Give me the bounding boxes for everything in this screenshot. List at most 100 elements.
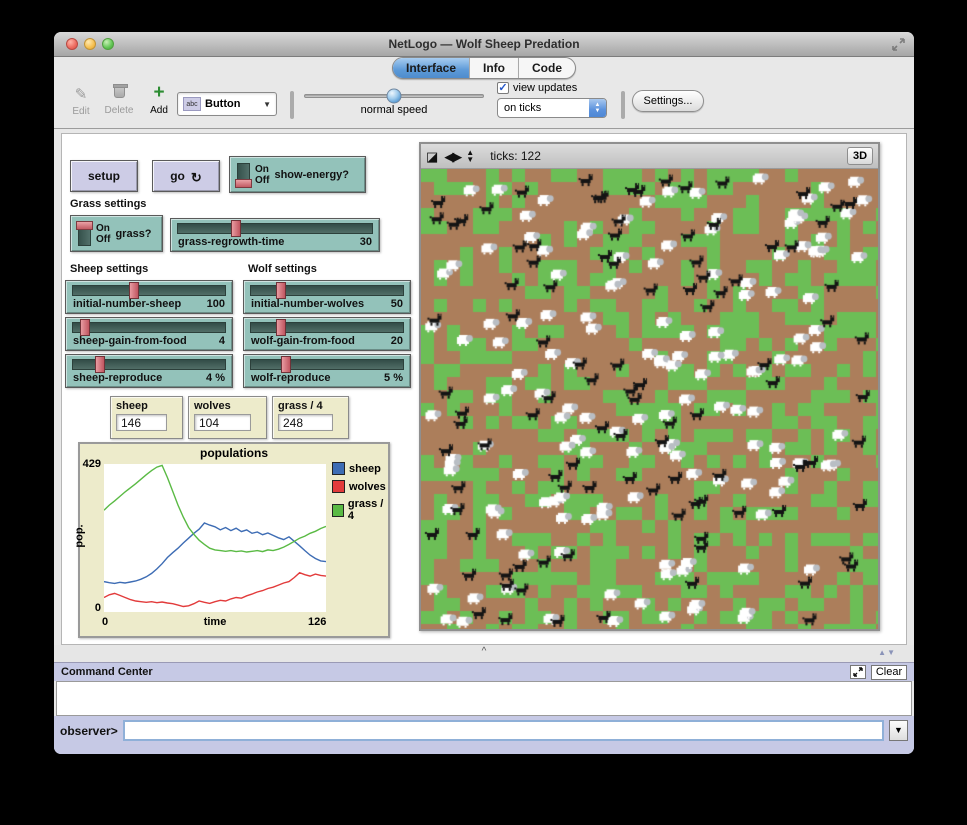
command-input[interactable] bbox=[123, 720, 884, 741]
stepper-arrows-icon: ▲▼ bbox=[589, 99, 606, 117]
toolbar: ✎ Edit Delete + Add abc Button ▼ normal … bbox=[54, 80, 914, 129]
show-energy-label: show-energy? bbox=[274, 169, 349, 181]
slider-track[interactable] bbox=[72, 322, 226, 333]
slider-track[interactable] bbox=[250, 359, 404, 370]
splitter-handle-icon[interactable]: ^ bbox=[482, 646, 487, 657]
slider-thumb[interactable] bbox=[80, 319, 90, 336]
delete-button[interactable]: Delete bbox=[100, 85, 138, 116]
plot-area bbox=[104, 464, 326, 612]
settings-button[interactable]: Settings... bbox=[632, 90, 704, 112]
legend-label: wolves bbox=[349, 481, 386, 493]
view-origin-icon[interactable]: ◪ bbox=[426, 150, 438, 163]
switch-handle[interactable] bbox=[235, 179, 252, 188]
plot-legend: sheep wolves grass / 4 bbox=[332, 462, 388, 527]
slider-thumb[interactable] bbox=[95, 356, 105, 373]
slider-thumb[interactable] bbox=[276, 282, 286, 299]
legend-label: grass / 4 bbox=[348, 498, 388, 522]
wolf-gain-from-food-slider[interactable]: wolf-gain-from-food 20 bbox=[243, 317, 411, 351]
slider-track[interactable] bbox=[177, 223, 373, 234]
add-widget-button[interactable]: + Add bbox=[144, 85, 174, 116]
view-updates-checkbox[interactable]: ✓ bbox=[497, 82, 509, 94]
legend-item-sheep: sheep bbox=[332, 462, 388, 475]
title-bar[interactable]: NetLogo — Wolf Sheep Predation bbox=[54, 32, 914, 57]
slider-track[interactable] bbox=[250, 322, 404, 333]
toolbar-separator-2 bbox=[621, 91, 625, 119]
sheep-settings-heading: Sheep settings bbox=[70, 263, 148, 275]
observer-prompt: observer> bbox=[60, 724, 118, 738]
view-3d-button[interactable]: 3D bbox=[847, 147, 873, 165]
wolf-reproduce-slider[interactable]: wolf-reproduce 5 % bbox=[243, 354, 411, 388]
toolbar-separator bbox=[290, 91, 294, 119]
switch-onoff-text: OnOff bbox=[255, 164, 269, 186]
monitor-label: wolves bbox=[194, 400, 261, 412]
slider-track[interactable] bbox=[72, 285, 226, 296]
netlogo-window: NetLogo — Wolf Sheep Predation Interface… bbox=[54, 32, 914, 754]
edit-label: Edit bbox=[66, 106, 96, 117]
detach-command-center-button[interactable] bbox=[850, 665, 866, 679]
widget-type-dropdown[interactable]: abc Button ▼ bbox=[177, 92, 277, 116]
go-button[interactable]: go ↻ bbox=[152, 160, 220, 192]
sheep-gain-from-food-slider[interactable]: sheep-gain-from-food 4 bbox=[65, 317, 233, 351]
abc-widget-icon: abc bbox=[183, 97, 201, 111]
tab-info[interactable]: Info bbox=[470, 58, 519, 78]
command-center-output[interactable] bbox=[56, 681, 912, 716]
slider-label: grass-regrowth-time bbox=[178, 236, 284, 248]
slider-label: wolf-reproduce bbox=[251, 372, 330, 384]
tab-code[interactable]: Code bbox=[519, 58, 575, 78]
monitor-value: 248 bbox=[278, 414, 333, 431]
show-energy-switch[interactable]: OnOff show-energy? bbox=[229, 156, 366, 193]
plus-icon: + bbox=[153, 82, 164, 103]
world-canvas[interactable] bbox=[421, 169, 878, 629]
speed-slider-thumb[interactable] bbox=[387, 89, 402, 104]
slider-label: sheep-gain-from-food bbox=[73, 335, 187, 347]
trash-icon bbox=[114, 86, 125, 98]
switch-track bbox=[78, 222, 91, 246]
view-updates-label: view updates bbox=[513, 82, 577, 94]
speed-slider-track[interactable] bbox=[304, 94, 484, 98]
legend-swatch bbox=[332, 504, 344, 517]
legend-item-wolves: wolves bbox=[332, 480, 388, 493]
update-mode-dropdown[interactable]: on ticks ▲▼ bbox=[497, 98, 607, 118]
slider-track[interactable] bbox=[72, 359, 226, 370]
initial-number-sheep-slider[interactable]: initial-number-sheep 100 bbox=[65, 280, 233, 314]
pan-vertical-icon[interactable]: ▲▼ bbox=[466, 149, 474, 163]
grass-regrowth-time-slider[interactable]: grass-regrowth-time 30 bbox=[170, 218, 380, 252]
add-label: Add bbox=[144, 105, 174, 116]
slider-label: initial-number-sheep bbox=[73, 298, 181, 310]
slider-thumb[interactable] bbox=[276, 319, 286, 336]
grass-switch[interactable]: OnOff grass? bbox=[70, 215, 163, 252]
sheep-monitor: sheep 146 bbox=[110, 396, 183, 439]
diagonal-arrows-icon bbox=[853, 667, 863, 677]
scroll-arrows-icon[interactable]: ▲▼ bbox=[878, 648, 896, 657]
plot-lines bbox=[104, 464, 326, 612]
world-view: ◪ ◀▶ ▲▼ ticks: 122 3D bbox=[419, 142, 880, 631]
monitor-label: grass / 4 bbox=[278, 400, 343, 412]
setup-button-label: setup bbox=[88, 169, 120, 183]
tab-interface[interactable]: Interface bbox=[393, 58, 470, 78]
pan-horizontal-icon[interactable]: ◀▶ bbox=[444, 150, 460, 163]
slider-thumb[interactable] bbox=[231, 220, 241, 237]
initial-number-wolves-slider[interactable]: initial-number-wolves 50 bbox=[243, 280, 411, 314]
legend-label: sheep bbox=[349, 463, 381, 475]
edit-button[interactable]: ✎ Edit bbox=[66, 85, 96, 117]
pencil-icon: ✎ bbox=[75, 86, 88, 103]
x-axis-max: 126 bbox=[308, 616, 326, 628]
widget-type-value: Button bbox=[205, 98, 259, 110]
slider-value: 20 bbox=[391, 335, 403, 347]
monitor-value: 104 bbox=[194, 414, 251, 431]
grass-label: grass? bbox=[115, 228, 151, 240]
setup-button[interactable]: setup bbox=[70, 160, 138, 192]
slider-value: 30 bbox=[360, 236, 372, 248]
switch-handle[interactable] bbox=[76, 221, 93, 230]
update-mode-value: on ticks bbox=[498, 102, 589, 114]
clear-button[interactable]: Clear bbox=[871, 665, 907, 680]
switch-track bbox=[237, 163, 250, 187]
history-dropdown-button[interactable]: ▼ bbox=[889, 720, 908, 741]
sheep-reproduce-slider[interactable]: sheep-reproduce 4 % bbox=[65, 354, 233, 388]
slider-thumb[interactable] bbox=[281, 356, 291, 373]
command-center-splitter[interactable]: ^ ▲▼ bbox=[54, 645, 914, 662]
slider-label: wolf-gain-from-food bbox=[251, 335, 355, 347]
slider-thumb[interactable] bbox=[129, 282, 139, 299]
slider-track[interactable] bbox=[250, 285, 404, 296]
resize-window-icon[interactable] bbox=[891, 37, 906, 52]
